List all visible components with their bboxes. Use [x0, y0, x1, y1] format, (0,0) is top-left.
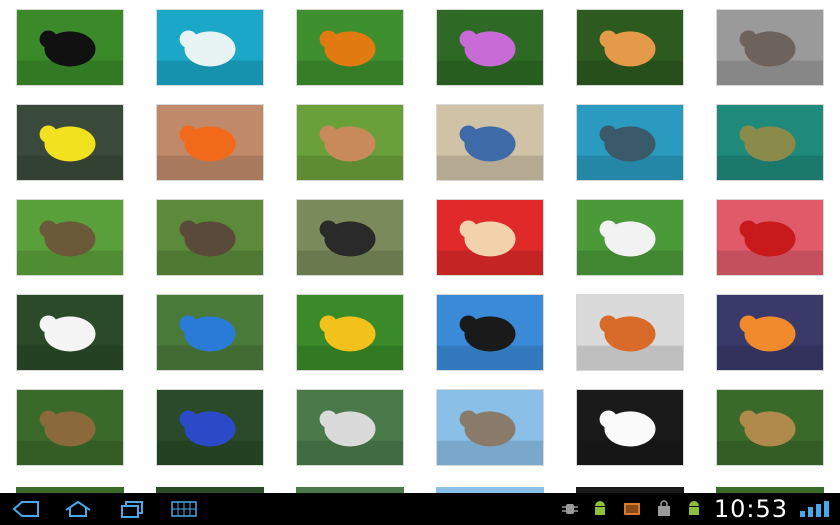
hamster-photo[interactable]: [436, 199, 544, 276]
duck-water-photo[interactable]: [716, 104, 824, 181]
store-bag-icon: [658, 500, 670, 516]
recent-apps-button[interactable]: [112, 495, 152, 523]
yorkie-dog-photo[interactable]: [16, 389, 124, 466]
recent-apps-icon: [121, 501, 143, 518]
yellow-flowers-bird-photo[interactable]: [296, 294, 404, 371]
signal-icon: [800, 501, 829, 517]
yellow-fish-photo[interactable]: [16, 104, 124, 181]
back-icon: [12, 501, 39, 517]
parrot-photo[interactable]: [156, 294, 264, 371]
home-icon: [65, 500, 91, 517]
photo-grid: [0, 0, 840, 493]
spider-photo[interactable]: [296, 199, 404, 276]
cows-photo[interactable]: [296, 104, 404, 181]
all-apps-icon: [171, 501, 197, 517]
starfish-photo[interactable]: [716, 294, 824, 371]
white-dog-photo[interactable]: [16, 294, 124, 371]
dolphin-pool-photo[interactable]: [576, 104, 684, 181]
peacock-photo[interactable]: [156, 389, 264, 466]
all-apps-button[interactable]: [166, 495, 202, 523]
butterfly-caterpillar-photo[interactable]: [296, 9, 404, 86]
kitten-blanket-photo[interactable]: [436, 389, 544, 466]
debug-icon: [562, 504, 578, 514]
bear-photo[interactable]: [16, 9, 124, 86]
pony-photo[interactable]: [576, 199, 684, 276]
ladybug-leaf-photo[interactable]: [716, 199, 824, 276]
ducklings-grass-photo[interactable]: [16, 199, 124, 276]
penguins-photo[interactable]: [436, 294, 544, 371]
android-update-icon: [689, 501, 699, 515]
swan-photo[interactable]: [576, 389, 684, 466]
home-button[interactable]: [58, 495, 98, 523]
robin-snow-photo[interactable]: [576, 294, 684, 371]
butterfly-flowers-photo[interactable]: [436, 9, 544, 86]
clownfish-photo[interactable]: [156, 104, 264, 181]
cat-sleeping-photo[interactable]: [716, 9, 824, 86]
duck-family-photo[interactable]: [156, 199, 264, 276]
cockatoo-photo[interactable]: [296, 389, 404, 466]
lion-photo[interactable]: [716, 389, 824, 466]
status-clock: 10:53: [713, 495, 788, 523]
android-icon: [595, 501, 605, 515]
image-icon: [624, 503, 640, 515]
system-bar: 10:53: [0, 493, 840, 525]
polar-bear-photo[interactable]: [156, 9, 264, 86]
orange-butterfly-photo[interactable]: [576, 9, 684, 86]
crab-sand-photo[interactable]: [436, 104, 544, 181]
back-button[interactable]: [6, 495, 46, 523]
